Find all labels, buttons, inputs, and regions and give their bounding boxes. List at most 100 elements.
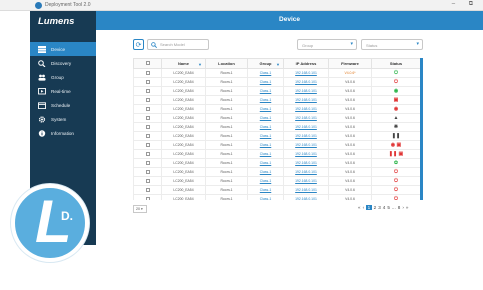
page-1[interactable]: 1 <box>366 205 372 210</box>
row-select-cell[interactable] <box>133 158 162 168</box>
group-cell[interactable]: Class-1 <box>247 185 284 195</box>
col-group-header[interactable]: Group ▼ <box>247 58 284 69</box>
prev-page-icon[interactable]: ‹ <box>363 205 365 210</box>
group-cell[interactable]: Class-1 <box>247 167 284 177</box>
col-ip-header[interactable]: IP Address <box>283 58 329 69</box>
sidebar-item-discovery[interactable]: Discovery <box>30 56 96 70</box>
row-select-cell[interactable] <box>133 140 162 150</box>
ip-address-cell[interactable]: 192.168.0.101 <box>283 176 329 186</box>
first-page-icon[interactable]: « <box>358 205 361 210</box>
page-5[interactable]: 5 <box>387 205 390 210</box>
page-3[interactable]: 3 <box>378 205 381 210</box>
group-cell[interactable]: Class-1 <box>247 149 284 159</box>
table-row[interactable]: LC200_EA54 Room-1 Class-1 192.168.0.101 V4.0… <box>133 167 420 177</box>
group-cell[interactable]: Class-1 <box>247 194 284 200</box>
last-page-icon[interactable]: » <box>406 205 409 210</box>
table-row[interactable]: LC200_EA54 Room-1 Class-1 192.168.0.101 V4.0… <box>133 122 420 132</box>
col-status-header[interactable]: Status <box>371 58 420 69</box>
table-row[interactable]: LC200_EA54 Room-1 Class-1 192.168.0.101 V4.0… <box>133 185 420 195</box>
table-row[interactable]: LC200_EA54 Room-1 Class-1 192.168.0.101 V4.0… <box>133 176 420 186</box>
row-checkbox[interactable] <box>145 160 150 165</box>
ip-address-cell[interactable]: 192.168.0.101 <box>283 158 329 168</box>
group-cell[interactable]: Class-1 <box>247 68 284 78</box>
group-cell[interactable]: Class-1 <box>247 86 284 96</box>
page-4[interactable]: 4 <box>383 205 386 210</box>
next-page-icon[interactable]: › <box>402 205 404 210</box>
select-all-checkbox[interactable] <box>145 61 150 65</box>
sidebar-item-information[interactable]: Information <box>30 126 96 140</box>
table-row[interactable]: LC200_EA54 Room-1 Class-1 192.168.0.101 V4.0… <box>133 131 420 141</box>
row-checkbox[interactable] <box>145 106 150 111</box>
ip-address-cell[interactable]: 192.168.0.101 <box>283 95 329 105</box>
ip-address-cell[interactable]: 192.168.0.101 <box>283 194 329 200</box>
row-checkbox[interactable] <box>145 124 150 129</box>
ip-address-cell[interactable]: 192.168.0.101 <box>283 167 329 177</box>
row-select-cell[interactable] <box>133 185 162 195</box>
ip-address-cell[interactable]: 192.168.0.101 <box>283 77 329 87</box>
row-checkbox[interactable] <box>145 151 150 156</box>
ip-address-cell[interactable]: 192.168.0.101 <box>283 149 329 159</box>
table-row[interactable]: LC200_EA54 Room-1 Class-1 192.168.0.101 V4.0… <box>133 68 420 78</box>
select-all-header[interactable] <box>133 58 162 69</box>
sidebar-item-realtime[interactable]: Real-time <box>30 84 96 98</box>
group-filter-select[interactable]: Group ▾ <box>297 39 357 50</box>
table-row[interactable]: LC200_EA54 Room-1 Class-1 192.168.0.101 V4.0… <box>133 95 420 105</box>
refresh-button[interactable]: ⟳ <box>133 39 144 50</box>
table-row[interactable]: LC200_EA54 Room-1 Class-1 192.168.0.101 V4.0… <box>133 194 420 200</box>
row-select-cell[interactable] <box>133 131 162 141</box>
filter-icon[interactable]: ▼ <box>276 62 280 67</box>
col-location-header[interactable]: Location <box>205 58 248 69</box>
row-select-cell[interactable] <box>133 167 162 177</box>
window-controls[interactable]: – ⧉ <box>452 1 479 8</box>
row-checkbox[interactable] <box>145 196 150 200</box>
row-checkbox[interactable] <box>145 97 150 102</box>
group-cell[interactable]: Class-1 <box>247 104 284 114</box>
ip-address-cell[interactable]: 192.168.0.101 <box>283 86 329 96</box>
row-select-cell[interactable] <box>133 113 162 123</box>
page-size-select[interactable]: 20 ▾ <box>133 205 147 213</box>
row-checkbox[interactable] <box>145 178 150 183</box>
sidebar-item-schedule[interactable]: Schedule <box>30 98 96 112</box>
row-checkbox[interactable] <box>145 88 150 93</box>
table-row[interactable]: LC200_EA54 Room-1 Class-1 192.168.0.101 V4.0… <box>133 149 420 159</box>
table-row[interactable]: LC200_EA54 Room-1 Class-1 192.168.0.101 V4.0… <box>133 158 420 168</box>
group-cell[interactable]: Class-1 <box>247 77 284 87</box>
table-row[interactable]: LC200_EA54 Room-1 Class-1 192.168.0.101 V4.0… <box>133 77 420 87</box>
row-checkbox[interactable] <box>145 133 150 138</box>
group-cell[interactable]: Class-1 <box>247 113 284 123</box>
row-checkbox[interactable] <box>145 169 150 174</box>
row-select-cell[interactable] <box>133 95 162 105</box>
table-row[interactable]: LC200_EA54 Room-1 Class-1 192.168.0.101 V4.0… <box>133 86 420 96</box>
group-cell[interactable]: Class-1 <box>247 176 284 186</box>
ip-address-cell[interactable]: 192.168.0.101 <box>283 113 329 123</box>
row-select-cell[interactable] <box>133 194 162 200</box>
row-select-cell[interactable] <box>133 176 162 186</box>
sidebar-item-group[interactable]: Group <box>30 70 96 84</box>
page-8[interactable]: 8 <box>398 205 401 210</box>
row-select-cell[interactable] <box>133 149 162 159</box>
group-cell[interactable]: Class-1 <box>247 131 284 141</box>
ip-address-cell[interactable]: 192.168.0.101 <box>283 122 329 132</box>
row-select-cell[interactable] <box>133 122 162 132</box>
row-checkbox[interactable] <box>145 142 150 147</box>
row-checkbox[interactable] <box>145 187 150 192</box>
group-cell[interactable]: Class-1 <box>247 158 284 168</box>
ip-address-cell[interactable]: 192.168.0.101 <box>283 104 329 114</box>
table-row[interactable]: LC200_EA54 Room-1 Class-1 192.168.0.101 V4.0… <box>133 113 420 123</box>
row-checkbox[interactable] <box>145 79 150 84</box>
row-select-cell[interactable] <box>133 68 162 78</box>
sidebar-item-device[interactable]: Device <box>30 42 96 56</box>
ip-address-cell[interactable]: 192.168.0.101 <box>283 68 329 78</box>
ip-address-cell[interactable]: 192.168.0.101 <box>283 131 329 141</box>
row-select-cell[interactable] <box>133 104 162 114</box>
table-row[interactable]: LC200_EA54 Room-1 Class-1 192.168.0.101 V4.0… <box>133 140 420 150</box>
ip-address-cell[interactable]: 192.168.0.101 <box>283 140 329 150</box>
group-cell[interactable]: Class-1 <box>247 95 284 105</box>
row-select-cell[interactable] <box>133 77 162 87</box>
page-2[interactable]: 2 <box>374 205 377 210</box>
row-checkbox[interactable] <box>145 115 150 120</box>
col-name-header[interactable]: Name ▼ <box>161 58 206 69</box>
col-firmware-header[interactable]: Firmware <box>328 58 372 69</box>
group-cell[interactable]: Class-1 <box>247 140 284 150</box>
table-row[interactable]: LC200_EA54 Room-1 Class-1 192.168.0.101 V4.0… <box>133 104 420 114</box>
